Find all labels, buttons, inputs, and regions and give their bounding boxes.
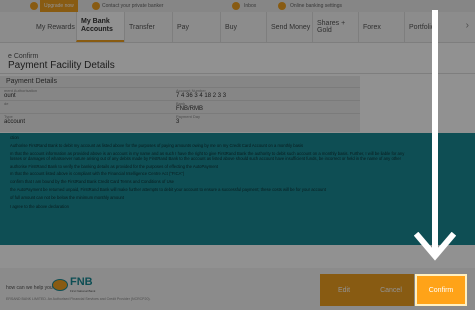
tab-pay[interactable]: Pay: [172, 12, 220, 42]
declaration-panel: ction Authorise FirstRand Bank to debit …: [0, 133, 475, 245]
declaration-line: losses or damages of whatsoever nature a…: [10, 155, 401, 161]
step-label: e Confirm: [8, 53, 39, 60]
settings-icon: [278, 2, 286, 10]
account-number-value: 7 4 36 3 4 18 2 3 3: [176, 93, 227, 99]
upgrade-icon: [30, 2, 38, 10]
inbox-icon: [232, 2, 240, 10]
detail-label: de: [4, 101, 9, 106]
bank-value: FNB/RMB: [176, 106, 203, 112]
chevron-right-icon[interactable]: ›: [466, 20, 469, 31]
top-utility-bar: Upgrade now Contact your private banker …: [0, 0, 475, 12]
footer-slogan: how can we help you?: [6, 285, 56, 291]
banker-icon: [92, 2, 100, 10]
confirm-button[interactable]: Confirm: [415, 274, 467, 306]
payment-details-heading: Payment Details: [6, 78, 57, 85]
contact-banker-link[interactable]: Contact your private banker: [102, 0, 163, 12]
fnb-logo-text: FNB: [70, 276, 93, 288]
declaration-line: the AutoPayment be returned unpaid, Firs…: [10, 186, 326, 192]
tab-send-money[interactable]: Send Money: [266, 12, 312, 42]
detail-value: ount: [4, 93, 16, 99]
declaration-line: ction: [10, 135, 19, 140]
tab-transfer[interactable]: Transfer: [124, 12, 172, 42]
declaration-line: authorise FirstRand Bank to verify the b…: [10, 163, 219, 169]
fnb-logo-icon: [52, 279, 68, 291]
fnb-logo-subtext: First National Bank: [70, 289, 96, 293]
declaration-line: Authorise FirstRand Bank to debit my acc…: [10, 142, 304, 148]
tab-my-rewards[interactable]: My Rewards: [0, 12, 76, 42]
tab-shares-gold[interactable]: Shares + Gold: [312, 12, 358, 42]
inbox-link[interactable]: Inbox: [244, 0, 256, 12]
page-title: Payment Facility Details: [8, 60, 115, 71]
upgrade-link[interactable]: Upgrade now: [40, 0, 78, 12]
declaration-line: confirm that I am bound by the FirstRand…: [10, 179, 175, 185]
settings-link[interactable]: Online banking settings: [290, 0, 342, 12]
declaration-line: m that the account listed above is compl…: [10, 171, 185, 177]
payment-day-value: 3: [176, 119, 180, 125]
tab-buy[interactable]: Buy: [220, 12, 266, 42]
arrow-down-icon: [414, 232, 456, 261]
tab-my-bank-accounts[interactable]: My Bank Accounts: [76, 12, 124, 42]
payment-details-panel: Payment Details ment Authorisation ount …: [0, 76, 360, 132]
main-nav: My Rewards My Bank Accounts Transfer Pay…: [0, 12, 475, 43]
pointer-arrow-shaft: [432, 10, 438, 255]
divider: [0, 73, 475, 74]
tab-forex[interactable]: Forex: [358, 12, 404, 42]
footer-legal: ERSAND BANK LIMITED. An Authorised Finan…: [6, 297, 151, 301]
cancel-button[interactable]: Cancel: [368, 274, 414, 306]
detail-label: Payment Day: [176, 114, 201, 119]
declaration-line: of full amount can not be below the mini…: [10, 194, 125, 200]
tab-portfolio[interactable]: Portfolio: [404, 12, 452, 42]
detail-value: account: [4, 119, 26, 125]
declaration-text: ction Authorise FirstRand Bank to debit …: [10, 135, 475, 212]
edit-button[interactable]: Edit: [320, 274, 368, 306]
agree-declaration-checkbox[interactable]: I agree to the above declaration: [10, 204, 475, 209]
